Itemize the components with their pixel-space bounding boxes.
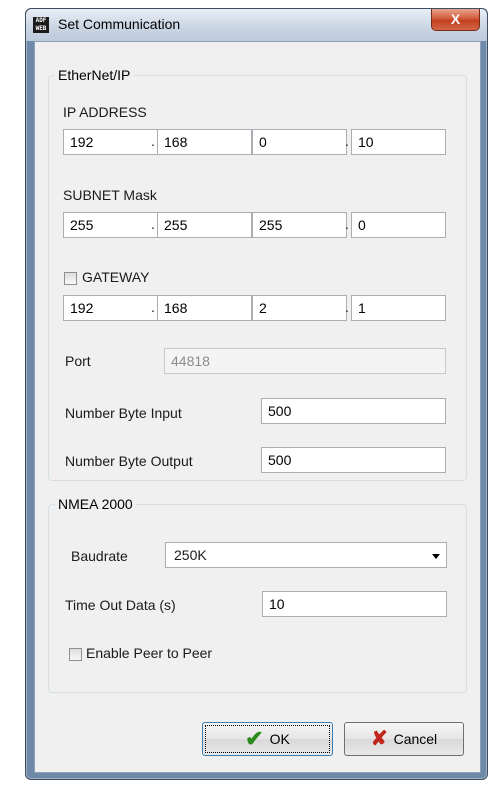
gateway-label[interactable]: GATEWAY [82, 269, 149, 285]
baudrate-label: Baudrate [71, 548, 128, 564]
ip-dot-1: . [151, 133, 155, 149]
ip-octet-3-input[interactable] [252, 129, 347, 155]
cancel-x-icon: ✘ [370, 728, 388, 750]
app-icon: ADF WEB [33, 17, 49, 33]
number-byte-input-field[interactable] [261, 398, 446, 424]
ip-octet-2-input[interactable] [157, 129, 252, 155]
subnet-octet-4-input[interactable] [351, 212, 446, 238]
gateway-dot-3: . [345, 299, 349, 315]
gateway-checkbox[interactable] [64, 272, 77, 285]
subnet-mask-label: SUBNET Mask [63, 187, 157, 203]
subnet-dot-1: . [151, 216, 155, 232]
gateway-octet-1-input[interactable] [63, 295, 158, 321]
peer-to-peer-checkbox[interactable] [69, 648, 82, 661]
peer-to-peer-label[interactable]: Enable Peer to Peer [86, 645, 212, 661]
dialog-body: EtherNet/IP IP ADDRESS . . . SUBNET Mask… [34, 41, 481, 773]
ok-button[interactable]: ✔ OK [202, 722, 333, 756]
ip-dot-3: . [345, 133, 349, 149]
subnet-octet-2-input[interactable] [157, 212, 252, 238]
close-icon: X [450, 11, 461, 27]
port-input [164, 348, 446, 374]
chevron-down-icon[interactable] [432, 554, 440, 559]
ip-octet-4-input[interactable] [351, 129, 446, 155]
gateway-octet-2-input[interactable] [157, 295, 252, 321]
ethernet-legend: EtherNet/IP [58, 67, 131, 83]
check-icon: ✔ [245, 726, 264, 751]
ip-octet-1-input[interactable] [63, 129, 158, 155]
close-button[interactable]: X [431, 9, 480, 31]
gateway-dot-1: . [151, 299, 155, 315]
number-byte-output-field[interactable] [261, 447, 446, 473]
subnet-dot-3: . [345, 216, 349, 232]
number-byte-output-label: Number Byte Output [65, 453, 193, 469]
subnet-octet-1-input[interactable] [63, 212, 158, 238]
timeout-label: Time Out Data (s) [65, 597, 176, 613]
nmea-legend: NMEA 2000 [58, 496, 133, 512]
number-byte-input-label: Number Byte Input [65, 405, 182, 421]
subnet-octet-3-input[interactable] [252, 212, 347, 238]
baudrate-select[interactable]: 250K [165, 542, 447, 568]
timeout-input[interactable] [262, 591, 447, 617]
ok-label: OK [269, 731, 290, 747]
dialog-window: ADF WEB Set Communication X EtherNet/IP … [25, 8, 488, 780]
ip-address-label: IP ADDRESS [63, 104, 147, 120]
window-title: Set Communication [58, 16, 181, 32]
cancel-button[interactable]: ✘ Cancel [344, 722, 464, 756]
gateway-octet-3-input[interactable] [252, 295, 347, 321]
baudrate-value: 250K [174, 547, 207, 563]
gateway-octet-4-input[interactable] [351, 295, 446, 321]
cancel-label: Cancel [393, 731, 438, 747]
title-bar[interactable]: ADF WEB Set Communication X [26, 9, 487, 41]
port-label: Port [65, 353, 91, 369]
